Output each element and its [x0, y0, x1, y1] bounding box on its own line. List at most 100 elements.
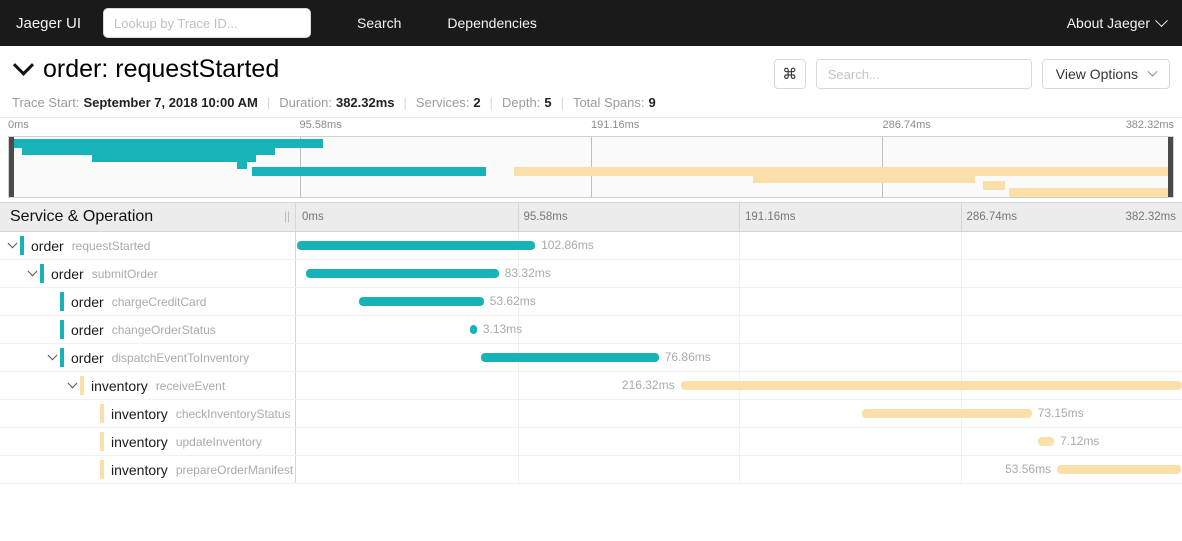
about-jaeger-menu[interactable]: About Jaeger: [1067, 15, 1166, 31]
timeline-gridline: [961, 260, 962, 287]
chevron-down-icon: [1155, 14, 1168, 27]
minimap-span-bar: [753, 174, 976, 183]
span-bar-cell[interactable]: 73.15ms: [296, 400, 1182, 427]
span-duration-bar[interactable]: [297, 241, 535, 250]
span-name-cell[interactable]: orderdispatchEventToInventory: [0, 344, 296, 371]
span-duration-bar[interactable]: [470, 325, 477, 334]
column-header-timeline: 0ms95.58ms191.16ms286.74ms382.32ms: [296, 203, 1182, 231]
service-color-swatch: [80, 376, 84, 395]
chevron-down-icon: [1148, 66, 1158, 76]
timeline-gridline: [739, 232, 740, 259]
trace-header-controls: ⌘ View Options: [774, 56, 1170, 89]
span-name-cell[interactable]: orderchangeOrderStatus: [0, 316, 296, 343]
minimap-viewport[interactable]: [8, 136, 1174, 198]
span-duration-bar[interactable]: [862, 409, 1032, 418]
span-name-cell[interactable]: inventoryreceiveEvent: [0, 372, 296, 399]
span-duration-bar[interactable]: [681, 381, 1182, 390]
timeline-gridline: [961, 316, 962, 343]
span-duration-label: 102.86ms: [541, 238, 594, 252]
minimap-tick-4: 382.32ms: [1126, 119, 1174, 131]
timeline-gridline: [961, 344, 962, 371]
app-logo[interactable]: Jaeger UI: [16, 15, 81, 32]
minimap-tick-3: 286.74ms: [883, 119, 931, 131]
table-row[interactable]: inventoryupdateInventory7.12ms: [0, 428, 1182, 456]
column-header-service-operation: Service & Operation: [0, 203, 296, 231]
span-name-cell[interactable]: inventorycheckInventoryStatus: [0, 400, 296, 427]
trace-id-lookup-input[interactable]: [103, 8, 311, 38]
timeline-gridline: [739, 288, 740, 315]
timeline-gridline: [961, 203, 962, 231]
span-bar-cell[interactable]: 102.86ms: [296, 232, 1182, 259]
meta-divider: |: [404, 95, 407, 110]
span-bar-cell[interactable]: 76.86ms: [296, 344, 1182, 371]
total-spans-value: 9: [649, 95, 656, 110]
keyboard-shortcuts-button[interactable]: ⌘: [774, 59, 806, 89]
table-row[interactable]: orderchargeCreditCard53.62ms: [0, 288, 1182, 316]
span-duration-bar[interactable]: [481, 353, 659, 362]
timeline-gridline: [739, 428, 740, 455]
span-service-name: inventory: [111, 462, 168, 478]
table-row[interactable]: orderchangeOrderStatus3.13ms: [0, 316, 1182, 344]
chevron-down-icon[interactable]: [4, 242, 20, 249]
timeline-gridline: [518, 400, 519, 427]
page-title: order: requestStarted: [43, 56, 279, 84]
trace-title-block[interactable]: order: requestStarted: [12, 56, 279, 84]
span-service-name: inventory: [91, 378, 148, 394]
span-duration-bar[interactable]: [1038, 437, 1055, 446]
timeline-gridline: [961, 456, 962, 483]
trace-start-value: September 7, 2018 10:00 AM: [83, 95, 257, 110]
span-duration-bar[interactable]: [306, 269, 499, 278]
timeline-gridline: [739, 456, 740, 483]
span-bar-cell[interactable]: 3.13ms: [296, 316, 1182, 343]
meta-divider: |: [267, 95, 270, 110]
span-duration-label: 83.32ms: [505, 266, 551, 280]
span-name-cell[interactable]: orderchargeCreditCard: [0, 288, 296, 315]
table-row[interactable]: ordersubmitOrder 83.32ms: [0, 260, 1182, 288]
span-operation-name: updateInventory: [176, 435, 262, 449]
span-operation-name: chargeCreditCard: [112, 295, 207, 309]
table-row[interactable]: inventoryreceiveEvent 216.32ms: [0, 372, 1182, 400]
span-bar-cell[interactable]: 216.32ms: [296, 372, 1182, 399]
timeline-tick-4: 382.32ms: [1125, 211, 1176, 223]
span-search-input[interactable]: [816, 59, 1032, 89]
span-duration-label: 216.32ms: [622, 378, 675, 392]
timeline-tick-1: 95.58ms: [524, 211, 568, 223]
chevron-down-icon[interactable]: [13, 55, 34, 76]
span-bar-cell[interactable]: 83.32ms: [296, 260, 1182, 287]
span-name-cell[interactable]: inventoryupdateInventory: [0, 428, 296, 455]
services-label: Services:: [416, 95, 469, 110]
span-bar-cell[interactable]: 53.56ms: [296, 456, 1182, 483]
table-row[interactable]: orderdispatchEventToInventory 76.86ms: [0, 344, 1182, 372]
column-resize-handle[interactable]: [285, 212, 289, 223]
table-row[interactable]: inventoryprepareOrderManifest53.56ms: [0, 456, 1182, 484]
meta-divider: |: [490, 95, 493, 110]
span-name-cell[interactable]: ordersubmitOrder: [0, 260, 296, 287]
span-rows: orderrequestStarted 102.86ms ordersubmitOr…: [0, 232, 1182, 484]
minimap-drag-handle-right[interactable]: [1168, 137, 1173, 197]
total-spans-label: Total Spans:: [573, 95, 645, 110]
chevron-down-icon[interactable]: [24, 270, 40, 277]
span-bar-cell[interactable]: 7.12ms: [296, 428, 1182, 455]
nav-link-search[interactable]: Search: [357, 15, 401, 31]
span-name-cell[interactable]: orderrequestStarted: [0, 232, 296, 259]
span-operation-name: dispatchEventToInventory: [112, 351, 249, 365]
span-table-header: Service & Operation 0ms95.58ms191.16ms28…: [0, 202, 1182, 232]
trace-header: order: requestStarted ⌘ View Options Tra…: [0, 46, 1182, 118]
nav-link-dependencies[interactable]: Dependencies: [447, 15, 537, 31]
table-row[interactable]: orderrequestStarted 102.86ms: [0, 232, 1182, 260]
span-duration-bar[interactable]: [359, 297, 483, 306]
table-row[interactable]: inventorycheckInventoryStatus73.15ms: [0, 400, 1182, 428]
chevron-down-icon[interactable]: [64, 382, 80, 389]
trace-minimap[interactable]: 0ms95.58ms191.16ms286.74ms382.32ms: [0, 118, 1182, 202]
view-options-button[interactable]: View Options: [1042, 59, 1170, 89]
minimap-span-bar: [92, 153, 255, 162]
span-operation-name: requestStarted: [72, 239, 151, 253]
service-color-swatch: [20, 236, 24, 255]
timeline-gridline: [739, 344, 740, 371]
span-bar-cell[interactable]: 53.62ms: [296, 288, 1182, 315]
chevron-down-icon[interactable]: [44, 354, 60, 361]
span-duration-bar[interactable]: [1057, 465, 1181, 474]
minimap-drag-handle-left[interactable]: [9, 137, 14, 197]
span-name-cell[interactable]: inventoryprepareOrderManifest: [0, 456, 296, 483]
span-duration-label: 76.86ms: [665, 350, 711, 364]
